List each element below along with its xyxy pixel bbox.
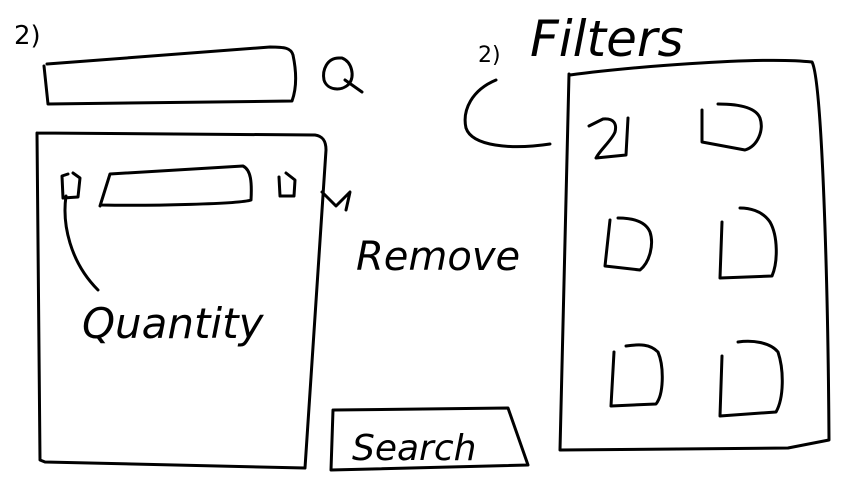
search-button[interactable]: Search — [329, 406, 530, 472]
filter-checkbox-3[interactable] — [600, 212, 658, 274]
item-checkbox[interactable] — [58, 168, 84, 202]
remove-label: Remove — [356, 234, 520, 280]
filter-checkbox-1[interactable] — [584, 112, 634, 162]
wireframe-sketch: 2) Quantity Remove Search 2) Filters — [14, 10, 831, 472]
search-button-label: Search — [352, 428, 476, 469]
remove-arrow-icon — [320, 190, 352, 212]
connector-line — [63, 194, 100, 292]
filter-checkbox-5[interactable] — [606, 340, 668, 410]
quantity-label: Quantity — [82, 299, 265, 348]
filter-checkbox-4[interactable] — [714, 204, 784, 282]
filter-checkbox-6[interactable] — [714, 336, 788, 420]
curved-arrow-icon — [463, 78, 552, 149]
filter-checkbox-2[interactable] — [696, 100, 766, 156]
search-input[interactable] — [42, 45, 298, 106]
quantity-field[interactable] — [98, 164, 256, 210]
filters-title: Filters — [530, 10, 684, 68]
filters-step-label: 2) — [478, 43, 501, 68]
remove-checkbox[interactable] — [274, 168, 300, 202]
search-icon[interactable] — [318, 52, 368, 98]
item-row — [58, 164, 300, 292]
search-step-label: 2) — [14, 21, 41, 51]
